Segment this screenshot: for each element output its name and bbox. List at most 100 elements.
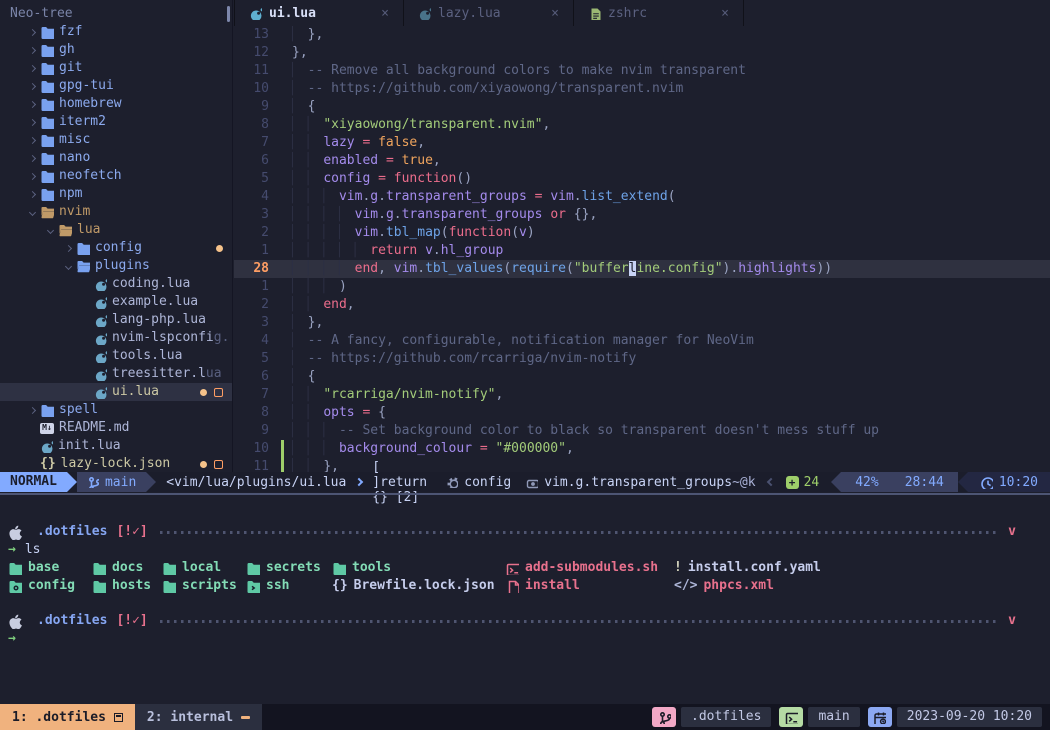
tree-item-treesitter.l[interactable]: treesitter.lua — [0, 365, 232, 383]
chevron-down-icon — [64, 262, 71, 269]
git-modified-dot — [216, 245, 223, 252]
line-number: 3 — [234, 314, 278, 332]
folder-icon — [76, 241, 90, 255]
code-line[interactable]: 9 ▏ ▏ ▏ -- Set background color to black… — [234, 422, 1050, 440]
ls-item: add-submodules.sh — [506, 559, 658, 577]
tree-item-git[interactable]: git — [0, 59, 232, 77]
code-line[interactable]: 8 ▏ ▏ "xiyaowong/transparent.nvim", — [234, 116, 1050, 134]
gear-icon — [446, 476, 458, 488]
ls-item: tools — [332, 559, 391, 577]
tree-item-lazy-lock.json[interactable]: {} lazy-lock.json — [0, 455, 232, 472]
command-line[interactable]: → — [8, 630, 1016, 648]
tree-item-gpg-tui[interactable]: gpg-tui — [0, 77, 232, 95]
code-line[interactable]: 4 ▏ -- A fancy, configurable, notificati… — [234, 332, 1050, 350]
tree-item-neofetch[interactable]: neofetch — [0, 167, 232, 185]
code-line[interactable]: 9 ▏ { — [234, 98, 1050, 116]
tab-zshrc[interactable]: zshrc × — [574, 0, 744, 26]
terminal-pane[interactable]: .dotfiles [!✓] v → ls base docs local se… — [0, 495, 1050, 704]
tree-item-gh[interactable]: gh — [0, 41, 232, 59]
close-icon[interactable]: × — [721, 6, 729, 21]
code-line[interactable]: 28 ▏ ▏ ▏ ▏ end, vim.tbl_values(require("… — [234, 260, 1050, 278]
chevron-right-icon — [28, 406, 35, 413]
line-number: 28 — [234, 260, 278, 278]
tree-item-ui.lua[interactable]: ui.lua — [0, 383, 232, 401]
tab-lazy.lua[interactable]: lazy.lua × — [404, 0, 574, 26]
code-line[interactable]: 7 ▏ ▏ lazy = false, — [234, 134, 1050, 152]
code-line[interactable]: 11 ▏ ▏ }, — [234, 458, 1050, 472]
chevron-right-icon — [355, 478, 363, 486]
window-icon — [114, 713, 123, 722]
code-line[interactable]: 1 ▏ ▏ ▏ ▏ ▏ return v.hl_group — [234, 242, 1050, 260]
tree-item-example.lua[interactable]: example.lua — [0, 293, 232, 311]
line-number: 13 — [234, 26, 278, 44]
text-icon: </> — [674, 577, 697, 595]
tree-item-spell[interactable]: spell — [0, 401, 232, 419]
code-line[interactable]: 6 ▏ { — [234, 368, 1050, 386]
ls-item: local — [162, 559, 221, 577]
code-line[interactable]: 10 ▏ -- https://github.com/xiyaowong/tra… — [234, 80, 1050, 98]
chevron-left-icon — [766, 478, 774, 486]
code-editor[interactable]: 13 ▏ }, 12 }, 11 ▏ -- Remove all backgro… — [234, 26, 1050, 472]
tree-item-config[interactable]: config — [0, 239, 232, 257]
code-line[interactable]: 12 }, — [234, 44, 1050, 62]
line-number: 3 — [234, 206, 278, 224]
file-path: <vim/lua/plugins/ui.lua — [166, 475, 346, 490]
tree-item-fzf[interactable]: fzf — [0, 23, 232, 41]
tree-item-plugins[interactable]: plugins — [0, 257, 232, 275]
prompt-arrow-icon: → — [8, 541, 16, 559]
tmux-status-term: main — [779, 707, 859, 727]
close-icon[interactable]: × — [381, 6, 389, 21]
powerline-separator — [831, 472, 841, 492]
chevron-right-icon — [28, 46, 35, 53]
tab-ui.lua[interactable]: ui.lua × — [234, 0, 404, 26]
code-line[interactable]: 3 ▏ ▏ ▏ ▏ vim.g.transparent_groups or {}… — [234, 206, 1050, 224]
tree-item-iterm2[interactable]: iterm2 — [0, 113, 232, 131]
markdown-icon: M↓ — [40, 423, 54, 434]
tree-item-nvim[interactable]: nvim — [0, 203, 232, 221]
scroll-percent: 42% — [855, 475, 878, 490]
chevron-right-icon — [28, 28, 35, 35]
lua-file-icon — [94, 332, 107, 345]
code-line[interactable]: 6 ▏ ▏ enabled = true, — [234, 152, 1050, 170]
code-line[interactable]: 8 ▏ ▏ opts = { — [234, 404, 1050, 422]
lua-file-icon — [94, 296, 107, 309]
tree-item-nano[interactable]: nano — [0, 149, 232, 167]
close-icon[interactable]: × — [551, 6, 559, 21]
tmux-window-2[interactable]: 2: internal — [135, 704, 262, 730]
code-line[interactable]: 2 ▏ ▏ ▏ ▏ vim.tbl_map(function(v) — [234, 224, 1050, 242]
code-line[interactable]: 7 ▏ ▏ "rcarriga/nvim-notify", — [234, 386, 1050, 404]
tree-item-misc[interactable]: misc — [0, 131, 232, 149]
prompt-filler — [160, 620, 996, 623]
tree-item-nvim-lspconfi[interactable]: nvim-lspconfig. — [0, 329, 232, 347]
code-line[interactable]: 10 ▏ ▏ ▏ background_colour = "#000000", — [234, 440, 1050, 458]
code-line[interactable]: 2 ▏ ▏ end, — [234, 296, 1050, 314]
buffer-modified-icon — [214, 460, 223, 469]
code-line[interactable]: 3 ▏ }, — [234, 314, 1050, 332]
code-line[interactable]: 1 ▏ ▏ ▏ ) — [234, 278, 1050, 296]
tree-item-tools.lua[interactable]: tools.lua — [0, 347, 232, 365]
tree-item-homebrew[interactable]: homebrew — [0, 95, 232, 113]
tree-item-coding.lua[interactable]: coding.lua — [0, 275, 232, 293]
line-number: 4 — [234, 188, 278, 206]
code-line[interactable]: 5 ▏ -- https://github.com/rcarriga/nvim-… — [234, 350, 1050, 368]
folder-icon — [92, 579, 106, 593]
code-line[interactable]: 5 ▏ ▏ config = function() — [234, 170, 1050, 188]
code-line[interactable]: 11 ▏ -- Remove all background colors to … — [234, 62, 1050, 80]
ls-item: hosts — [92, 577, 151, 595]
chevron-right-icon — [28, 118, 35, 125]
last-window-icon — [241, 716, 250, 719]
line-number: 7 — [234, 386, 278, 404]
prompt-git-status: [!✓] — [116, 612, 147, 630]
code-line[interactable]: 4 ▏ ▏ ▏ vim.g.transparent_groups = vim.l… — [234, 188, 1050, 206]
neotree-scrollbar[interactable] — [227, 6, 230, 22]
tmux-window-1[interactable]: 1: .dotfiles — [0, 704, 135, 730]
tree-item-init.lua[interactable]: init.lua — [0, 437, 232, 455]
prompt-filler — [160, 531, 996, 534]
prompt-directory: .dotfiles — [37, 523, 107, 541]
tree-item-lang-php.lua[interactable]: lang-php.lua — [0, 311, 232, 329]
tree-item-lua[interactable]: lua — [0, 221, 232, 239]
tree-item-npm[interactable]: npm — [0, 185, 232, 203]
code-line[interactable]: 13 ▏ }, — [234, 26, 1050, 44]
tree-item-README.md[interactable]: M↓ README.md — [0, 419, 232, 437]
line-number: 1 — [234, 242, 278, 260]
